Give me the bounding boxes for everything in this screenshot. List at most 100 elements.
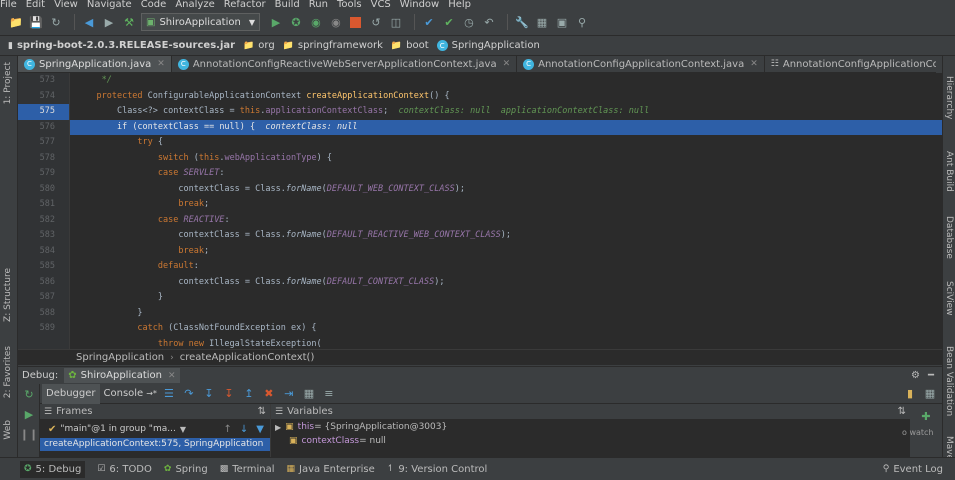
menu-run[interactable]: Run <box>309 0 328 9</box>
breadcrumb-package-org[interactable]: 📁 org <box>243 40 275 51</box>
close-icon[interactable]: ✕ <box>503 59 511 69</box>
tool-database[interactable]: Database <box>944 216 954 259</box>
tool-spring[interactable]: ✿ Spring <box>164 464 208 475</box>
variable-row[interactable]: ▣ contextClass = null <box>271 434 910 448</box>
stack-frame-row[interactable]: createApplicationContext:575, SpringAppl… <box>40 438 270 451</box>
debug-icon[interactable]: ✪ <box>288 14 304 30</box>
step-into-icon[interactable]: ↧ <box>201 386 217 402</box>
menu-file[interactable]: File <box>0 0 17 9</box>
frame-up-icon[interactable]: ↑ <box>224 424 232 435</box>
run-icon[interactable]: ▶ <box>268 14 284 30</box>
todo-icon: ☑ <box>97 464 106 474</box>
tab-springapplication[interactable]: C SpringApplication.java ✕ <box>18 56 172 72</box>
tab-debugger[interactable]: Debugger <box>42 383 100 404</box>
run-to-cursor-icon[interactable]: ⇥ <box>281 386 297 402</box>
frames-options-icon[interactable]: ⇅ <box>258 406 266 417</box>
revert-icon[interactable]: ↶ <box>481 14 497 30</box>
tool-structure[interactable]: Z: Structure <box>3 268 13 322</box>
filter-icon[interactable]: ▼ <box>256 424 264 435</box>
code-area[interactable]: */ protected ConfigurableApplicationCont… <box>70 73 942 349</box>
menu-navigate[interactable]: Navigate <box>87 0 132 9</box>
menu-tools[interactable]: Tools <box>337 0 362 9</box>
menu-refactor[interactable]: Refactor <box>224 0 266 9</box>
gear-icon[interactable]: ⚙ <box>911 370 920 381</box>
tool-hierarchy[interactable]: Hierarchy <box>944 76 954 120</box>
rerun-icon[interactable]: ↻ <box>21 386 37 402</box>
stop-icon[interactable] <box>348 14 364 30</box>
build-icon[interactable]: ⚒ <box>121 14 137 30</box>
tool-debug[interactable]: ✪ 5: Debug <box>20 460 86 478</box>
history-icon[interactable]: ◷ <box>461 14 477 30</box>
save-icon[interactable]: 💾 <box>28 14 44 30</box>
tool-terminal[interactable]: ▩ Terminal <box>220 464 275 475</box>
code-editor[interactable]: 573 574 575 576 577 578 579 580 581 582 … <box>18 73 942 349</box>
back-icon[interactable]: ◀ <box>81 14 97 30</box>
restore-layout-icon[interactable]: ▦ <box>922 386 938 402</box>
menu-help[interactable]: Help <box>448 0 471 9</box>
menu-analyze[interactable]: Analyze <box>175 0 214 9</box>
tool-sciview[interactable]: SciView <box>944 281 954 316</box>
tool-web[interactable]: Web <box>3 420 13 440</box>
breadcrumb-package-springframework[interactable]: 📁 springframework <box>283 40 383 51</box>
close-icon[interactable]: ✕ <box>168 371 176 381</box>
tab-console[interactable]: Console →* <box>100 384 161 404</box>
panel-options-icon[interactable]: ⇅ <box>898 406 906 417</box>
layout-icon[interactable]: ▮ <box>902 386 918 402</box>
hide-icon[interactable]: ━ <box>928 370 934 381</box>
menu-code[interactable]: Code <box>141 0 167 9</box>
evaluate-icon[interactable]: ▦ <box>301 386 317 402</box>
menu-window[interactable]: Window <box>400 0 439 9</box>
editor-crumb-class[interactable]: SpringApplication <box>76 352 164 363</box>
settings-icon[interactable]: 🔧 <box>514 14 530 30</box>
tool-version-control[interactable]: ↿ 9: Version Control <box>387 464 488 475</box>
coverage-icon[interactable]: ◉ <box>308 14 324 30</box>
tool-java-enterprise[interactable]: ▦ Java Enterprise <box>287 464 375 475</box>
add-watch-icon[interactable]: ✚ <box>918 408 934 424</box>
editor-crumb-method[interactable]: createApplicationContext() <box>180 352 315 363</box>
breadcrumb-package-boot[interactable]: 📁 boot <box>391 40 429 51</box>
menu-vcs[interactable]: VCS <box>371 0 391 9</box>
tool-favorites[interactable]: 2: Favorites <box>3 346 13 398</box>
menu-view[interactable]: View <box>54 0 78 9</box>
tool-ant-build[interactable]: Ant Build <box>944 151 954 192</box>
close-icon[interactable]: ✕ <box>750 59 758 69</box>
sdk-icon[interactable]: ▣ <box>554 14 570 30</box>
profile-icon[interactable]: ◉ <box>328 14 344 30</box>
menu-build[interactable]: Build <box>275 0 300 9</box>
menu-edit[interactable]: Edit <box>26 0 45 9</box>
restart-icon[interactable]: ↺ <box>368 14 384 30</box>
step-out-icon[interactable]: ↥ <box>241 386 257 402</box>
tool-todo[interactable]: ☑ 6: TODO <box>97 464 152 475</box>
debug-session-tab[interactable]: ✿ ShiroApplication ✕ <box>64 368 180 383</box>
open-icon[interactable]: 📁 <box>8 14 24 30</box>
run-config-select[interactable]: ▣ ShiroApplication ▼ <box>141 13 260 31</box>
sync-icon[interactable]: ↻ <box>48 14 64 30</box>
vcs-update-icon[interactable]: ✔ <box>421 14 437 30</box>
pause-icon[interactable]: ❙❙ <box>20 426 38 442</box>
force-step-into-icon[interactable]: ↧ <box>221 386 237 402</box>
step-over-icon[interactable]: ↷ <box>181 386 197 402</box>
frame-down-icon[interactable]: ↓ <box>240 424 248 435</box>
tool-bean-validation[interactable]: Bean Validation <box>944 346 954 416</box>
show-execution-point-icon[interactable]: ☰ <box>161 386 177 402</box>
tab-annotation-context-diagram[interactable]: ☷AnnotationConfigApplicationContext✕ <box>765 56 936 72</box>
project-structure-icon[interactable]: ▦ <box>534 14 550 30</box>
trace-icon[interactable]: ≡ <box>321 386 337 402</box>
search-icon[interactable]: ⚲ <box>574 14 590 30</box>
drop-frame-icon[interactable]: ✖ <box>261 386 277 402</box>
breadcrumb-jar[interactable]: ▮ spring-boot-2.0.3.RELEASE-sources.jar <box>8 40 235 51</box>
thread-select[interactable]: ✔ "main"@1 in group "ma... ▼ ↑ ↓ ▼ <box>40 420 270 438</box>
tool-project[interactable]: 1: Project <box>3 62 13 104</box>
event-log[interactable]: ⚲ Event Log <box>883 464 943 475</box>
expand-icon[interactable]: ▶ <box>275 423 281 432</box>
deploy-icon[interactable]: ◫ <box>388 14 404 30</box>
vcs-commit-icon[interactable]: ✔ <box>441 14 457 30</box>
breadcrumb-class[interactable]: C SpringApplication <box>436 40 540 51</box>
forward-icon[interactable]: ▶ <box>101 14 117 30</box>
variable-row[interactable]: ▶ ▣ this = {SpringApplication@3003} <box>271 420 910 434</box>
close-icon[interactable]: ✕ <box>157 59 165 69</box>
resume-icon[interactable]: ▶ <box>21 406 37 422</box>
tab-reactive-context[interactable]: C AnnotationConfigReactiveWebServerApplic… <box>172 56 518 72</box>
line-gutter[interactable]: 573 574 575 576 577 578 579 580 581 582 … <box>18 73 70 349</box>
tab-annotation-context-java[interactable]: C AnnotationConfigApplicationContext.java… <box>517 56 765 72</box>
